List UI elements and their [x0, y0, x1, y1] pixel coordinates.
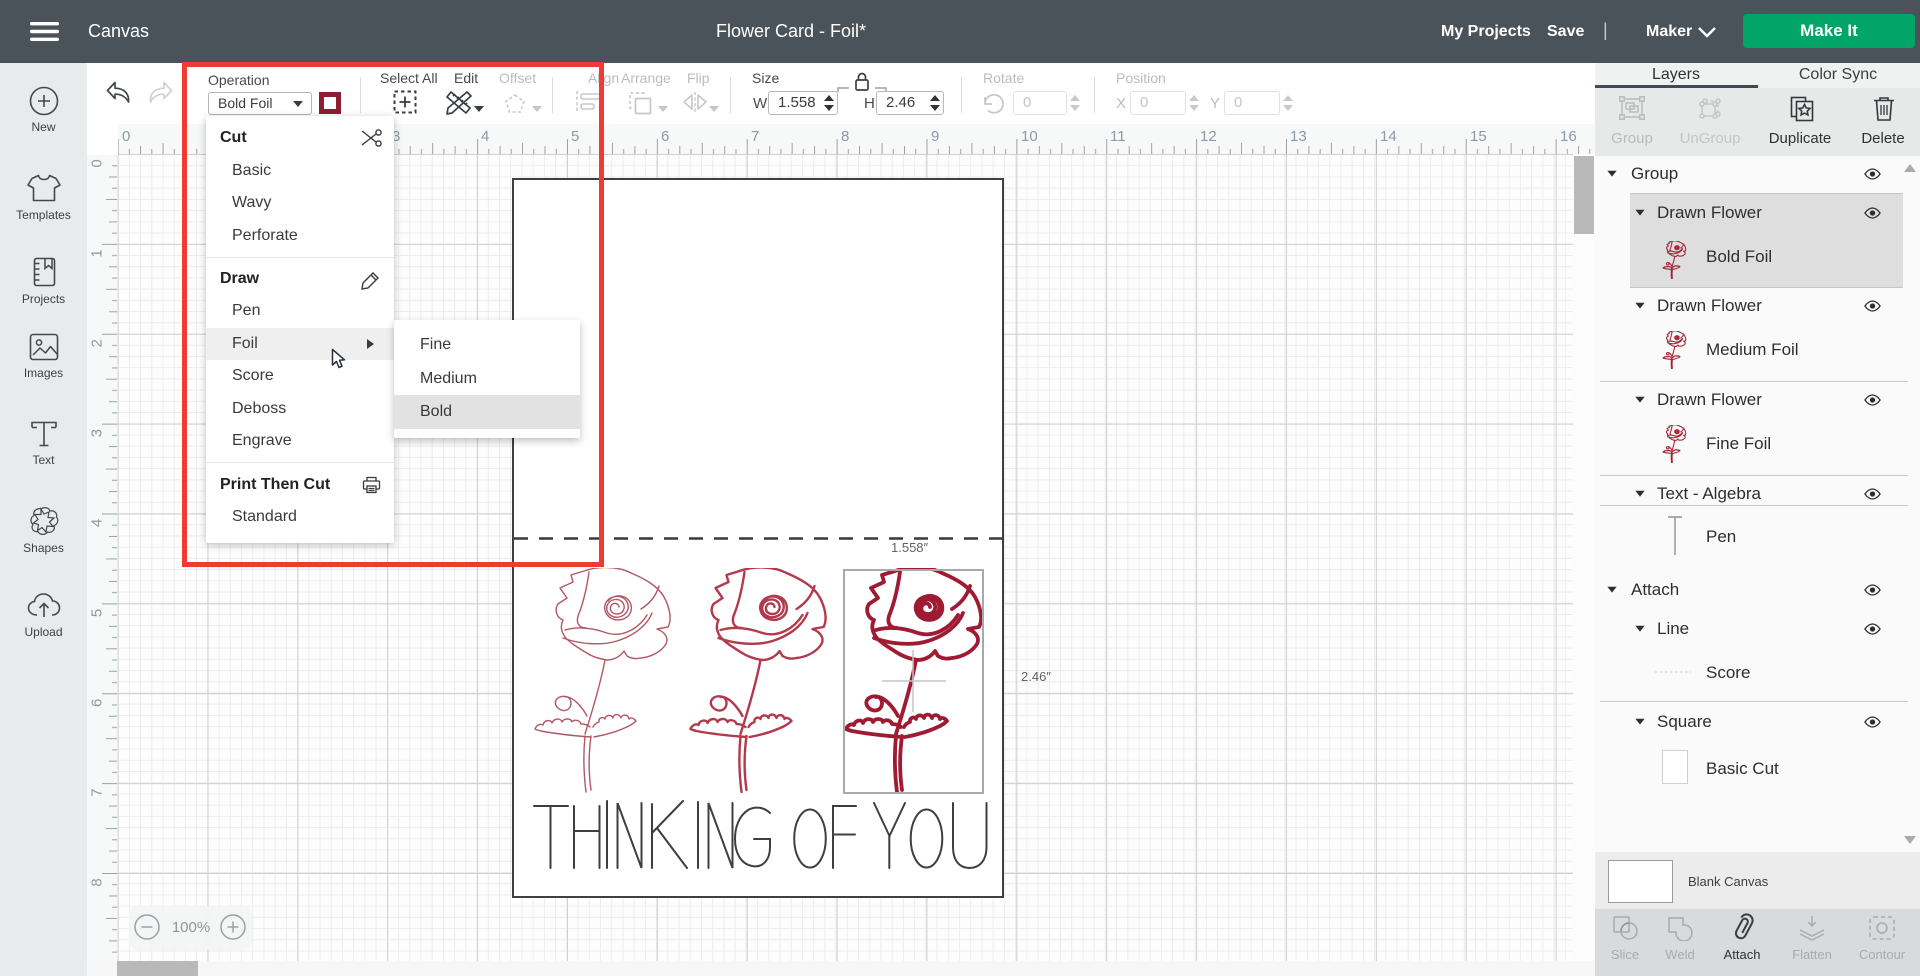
- svg-text:0: 0: [122, 128, 130, 145]
- svg-text:13: 13: [1290, 128, 1307, 145]
- svg-text:10: 10: [1021, 128, 1038, 145]
- svg-text:7: 7: [89, 788, 106, 796]
- svg-text:1: 1: [89, 249, 106, 257]
- svg-text:15: 15: [1470, 128, 1487, 145]
- svg-text:0: 0: [89, 159, 106, 167]
- svg-text:8: 8: [841, 128, 849, 145]
- svg-text:14: 14: [1380, 128, 1397, 145]
- svg-text:16: 16: [1560, 128, 1577, 145]
- svg-text:5: 5: [89, 609, 106, 617]
- svg-text:6: 6: [89, 699, 106, 707]
- svg-text:6: 6: [661, 128, 669, 145]
- svg-text:2: 2: [89, 339, 106, 347]
- svg-text:7: 7: [751, 128, 759, 145]
- svg-text:9: 9: [931, 128, 939, 145]
- svg-text:4: 4: [89, 519, 106, 527]
- svg-text:3: 3: [89, 429, 106, 437]
- svg-text:12: 12: [1200, 128, 1217, 145]
- svg-text:11: 11: [1110, 128, 1126, 145]
- svg-text:8: 8: [89, 878, 106, 886]
